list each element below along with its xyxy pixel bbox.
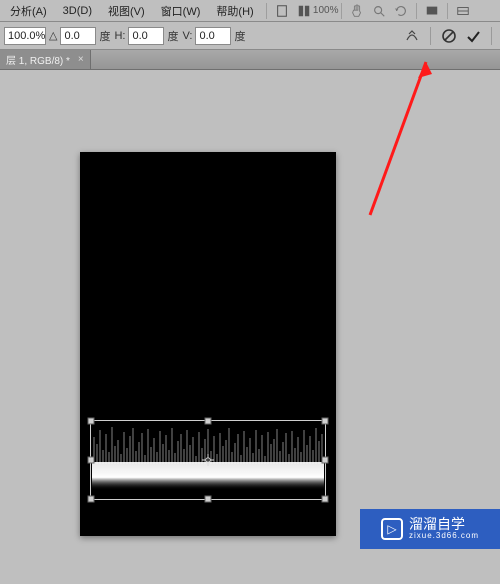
menu-analyze[interactable]: 分析(A) bbox=[2, 1, 55, 21]
menu-view[interactable]: 视图(V) bbox=[100, 1, 153, 21]
rotate-view-icon[interactable] bbox=[393, 3, 409, 19]
scale-field[interactable]: 100.0% bbox=[4, 27, 46, 45]
transform-handle-tr[interactable] bbox=[322, 418, 329, 425]
separator bbox=[447, 3, 448, 19]
skew-v-field[interactable]: 0.0 bbox=[195, 27, 231, 45]
options-bar: 100.0% △ 0.0 度 H: 0.0 度 V: 0.0 度 bbox=[0, 22, 500, 50]
watermark-badge: ▷ 溜溜自学 zixue.3d66.com bbox=[360, 509, 500, 549]
arrange-icon[interactable] bbox=[296, 3, 312, 19]
transform-handle-bc[interactable] bbox=[205, 496, 212, 503]
document-tab-strip: 层 1, RGB/8) * × bbox=[0, 50, 500, 70]
watermark-logo-icon: ▷ bbox=[381, 518, 403, 540]
watermark-subtitle: zixue.3d66.com bbox=[409, 532, 479, 541]
watermark-title: 溜溜自学 bbox=[409, 517, 479, 532]
v-label: V: bbox=[182, 30, 192, 42]
separator bbox=[491, 27, 492, 45]
transform-center-icon[interactable] bbox=[202, 454, 214, 466]
h-unit: 度 bbox=[167, 28, 178, 44]
separator bbox=[416, 3, 417, 19]
commit-transform-icon[interactable] bbox=[465, 28, 481, 44]
transform-handle-mr[interactable] bbox=[322, 457, 329, 464]
workspace bbox=[0, 70, 500, 584]
tab-label: 层 1, RGB/8) * bbox=[6, 52, 70, 67]
transform-handle-tl[interactable] bbox=[88, 418, 95, 425]
transform-handle-br[interactable] bbox=[322, 496, 329, 503]
separator bbox=[430, 27, 431, 45]
cancel-transform-icon[interactable] bbox=[441, 28, 457, 44]
angle-unit: 度 bbox=[99, 28, 110, 44]
separator bbox=[266, 3, 267, 19]
extras-icon[interactable] bbox=[455, 3, 471, 19]
zoom-readout[interactable]: 100% bbox=[318, 3, 334, 19]
h-label: H: bbox=[114, 30, 125, 42]
canvas[interactable] bbox=[80, 152, 336, 536]
hand-tool-icon[interactable] bbox=[349, 3, 365, 19]
warp-mode-icon[interactable] bbox=[404, 28, 420, 44]
transform-handle-ml[interactable] bbox=[88, 457, 95, 464]
document-tab[interactable]: 层 1, RGB/8) * × bbox=[0, 50, 91, 69]
menu-help[interactable]: 帮助(H) bbox=[208, 1, 261, 21]
transform-handle-bl[interactable] bbox=[88, 496, 95, 503]
screenmode-icon[interactable] bbox=[424, 3, 440, 19]
angle-prefix: △ bbox=[49, 29, 57, 42]
transform-handle-tc[interactable] bbox=[205, 418, 212, 425]
tab-close-icon[interactable]: × bbox=[78, 54, 84, 65]
skew-h-field[interactable]: 0.0 bbox=[128, 27, 164, 45]
doc-icon[interactable] bbox=[274, 3, 290, 19]
v-unit: 度 bbox=[234, 28, 245, 44]
angle-field[interactable]: 0.0 bbox=[60, 27, 96, 45]
menu-3d[interactable]: 3D(D) bbox=[55, 3, 100, 19]
separator bbox=[341, 3, 342, 19]
menu-window[interactable]: 窗口(W) bbox=[153, 1, 209, 21]
zoom-tool-icon[interactable] bbox=[371, 3, 387, 19]
transform-bounding-box[interactable] bbox=[90, 420, 326, 500]
menu-bar: 分析(A) 3D(D) 视图(V) 窗口(W) 帮助(H) 100% bbox=[0, 0, 500, 22]
